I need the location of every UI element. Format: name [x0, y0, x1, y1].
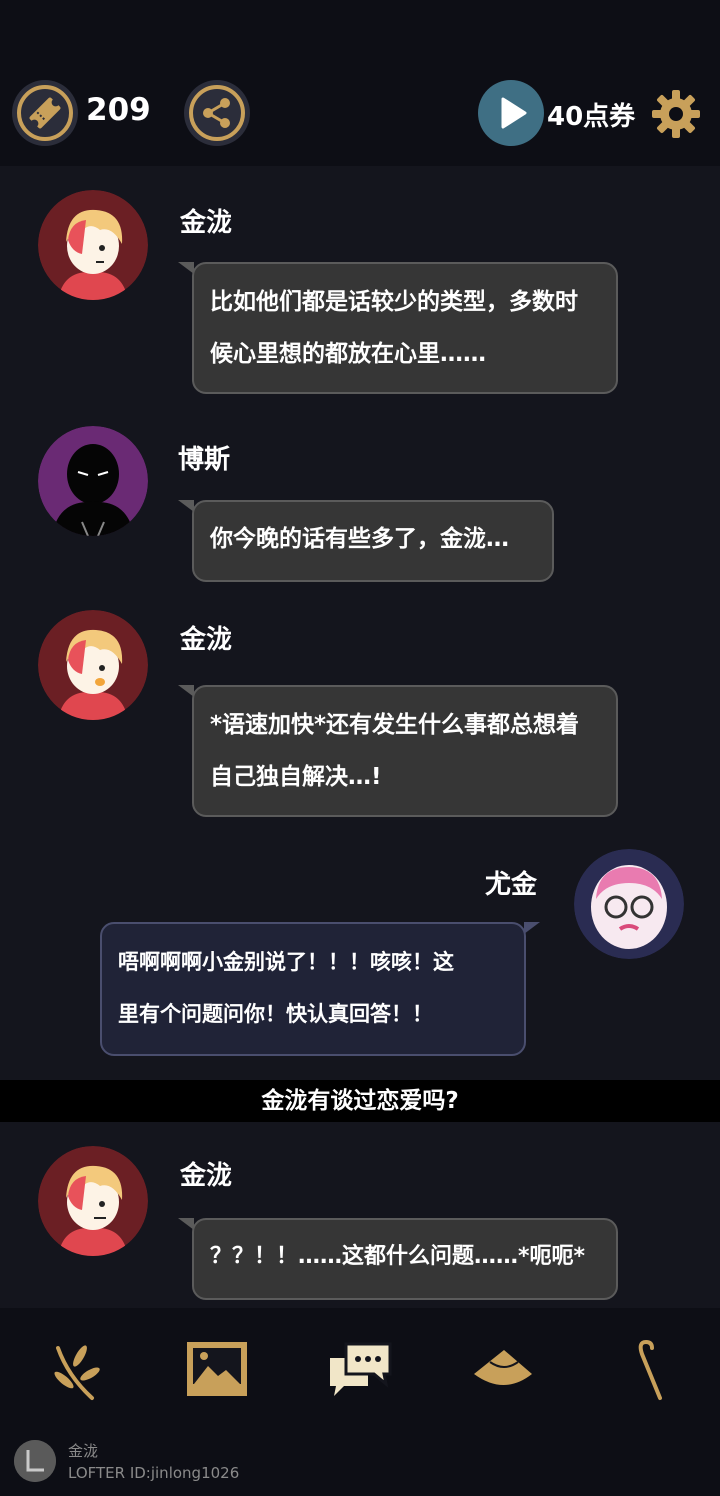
dialogue-line: 你今晚的话有些多了，金泷… — [210, 526, 509, 552]
author-name: 金泷 — [68, 1442, 99, 1460]
dialogue-line: 里有个问题问你！快认真回答！！ — [118, 1002, 433, 1026]
image-icon — [187, 1342, 247, 1396]
hat-icon — [474, 1350, 532, 1385]
nav-hat-button[interactable] — [468, 1336, 538, 1406]
nav-chat-button[interactable] — [324, 1336, 394, 1406]
dialogue-bubble[interactable]: 唔啊啊啊小金别说了！！！咳咳！这 里有个问题问你！快认真回答！！ — [100, 922, 540, 1056]
branch-icon — [54, 1345, 100, 1400]
dialogue-bubble[interactable]: 你今晚的话有些多了，金泷… — [178, 500, 554, 582]
ticket-button[interactable] — [12, 80, 78, 146]
dialogue-line: 候心里想的都放在心里…… — [210, 341, 486, 367]
avatar-youjin[interactable] — [574, 849, 684, 959]
avatar-jinlong[interactable] — [38, 190, 148, 300]
points-coupon-label: 40点券 — [547, 102, 636, 132]
author-lofter-id: LOFTER ID:jinlong1026 — [68, 1464, 240, 1482]
dialogue-line: 唔啊啊啊小金别说了！！！咳咳！这 — [118, 950, 454, 974]
ticket-count: 209 — [86, 92, 151, 128]
dialogue-line: ？？！！……这都什么问题……*呃呃* — [210, 1244, 586, 1269]
play-icon — [501, 97, 527, 129]
nav-branch-button[interactable] — [40, 1336, 110, 1406]
dialogue-line: 比如他们都是话较少的类型，多数时 — [210, 289, 578, 315]
author-footer: 金泷 LOFTER ID:jinlong1026 — [0, 1428, 720, 1496]
speaker-name: 尤金 — [485, 870, 538, 900]
avatar-jinlong[interactable] — [38, 610, 148, 720]
speaker-name: 金泷 — [180, 625, 233, 655]
question-banner: 金泷有谈过恋爱吗? — [0, 1080, 720, 1122]
watch-ad-button[interactable] — [478, 80, 544, 146]
top-bar: 209 40点券 — [0, 0, 720, 166]
share-icon — [189, 85, 245, 141]
avatar-jinlong[interactable] — [38, 1146, 148, 1256]
share-button[interactable] — [184, 80, 250, 146]
dialogue-bubble[interactable]: ？？！！……这都什么问题……*呃呃* — [178, 1218, 618, 1300]
speaker-name: 博斯 — [178, 445, 231, 475]
dialogue-line: *语速加快*还有发生什么事都总想着 — [210, 712, 580, 738]
chat-icon — [330, 1342, 392, 1396]
ticket-icon — [17, 85, 73, 141]
dialogue-line: 自己独自解决…! — [210, 764, 382, 790]
author-avatar — [14, 1440, 56, 1482]
dialogue-bubble[interactable]: 比如他们都是话较少的类型，多数时 候心里想的都放在心里…… — [178, 262, 618, 394]
cane-icon — [638, 1339, 662, 1400]
speaker-name: 金泷 — [180, 1161, 233, 1191]
speaker-name: 金泷 — [180, 208, 233, 238]
gear-icon — [652, 90, 700, 138]
dialogue-bubble[interactable]: *语速加快*还有发生什么事都总想着 自己独自解决…! — [178, 685, 618, 817]
nav-gallery-button[interactable] — [182, 1336, 252, 1406]
avatar-bosi[interactable] — [38, 426, 148, 536]
bottom-navigation — [0, 1308, 720, 1428]
settings-button[interactable] — [650, 88, 702, 140]
nav-cane-button[interactable] — [612, 1336, 682, 1406]
